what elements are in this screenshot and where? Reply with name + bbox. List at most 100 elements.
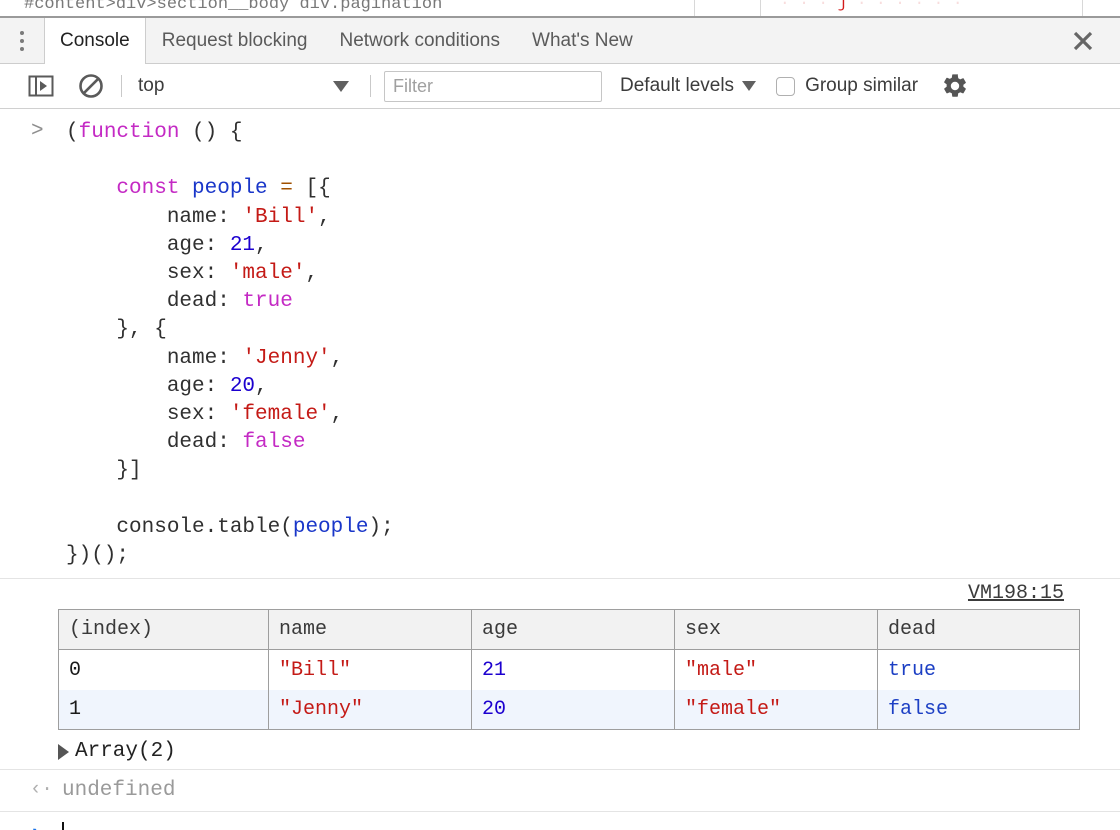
group-similar-label: Group similar [805, 75, 919, 96]
console-prompt-row[interactable]: › [0, 812, 1120, 830]
cell-name: "Jenny" [268, 689, 472, 730]
chevron-down-icon [333, 80, 349, 92]
code-line: age: 21, [66, 232, 1120, 260]
group-similar-toggle[interactable]: Group similar [776, 75, 918, 97]
code-line: (function () { [66, 119, 1120, 147]
code-token: }, { [66, 318, 167, 342]
code-token: , [255, 233, 268, 257]
return-value-text: undefined [62, 779, 176, 803]
tab-whats-new[interactable]: What's New [516, 18, 649, 63]
console-command-message[interactable]: > (function () { const people = [{ name:… [0, 109, 1120, 580]
code-token: 'male' [229, 262, 306, 286]
code-token: name: [66, 205, 243, 229]
execution-context-select[interactable]: top [135, 71, 357, 101]
cell-index: 0 [58, 649, 269, 690]
code-token: age: [66, 233, 230, 257]
command-prompt-arrow: > [31, 120, 44, 143]
code-token: false [242, 431, 306, 455]
code-token: , [330, 346, 344, 370]
table-header-age[interactable]: age [471, 609, 675, 651]
cell-dead: true [888, 658, 937, 682]
code-line: })(); [66, 542, 1120, 570]
code-token: age: [66, 374, 230, 398]
console-sidebar-icon[interactable] [24, 69, 58, 103]
code-token: = [280, 177, 293, 201]
chevron-down-icon [742, 81, 757, 91]
table-body: 0 "Bill" 21 "male" true 1 "Jenny" 20 "fe… [58, 649, 1080, 730]
table-header-index[interactable]: (index) [58, 609, 269, 651]
console-table-message[interactable]: VM198:15 (index) name age sex dead 0 "Bi… [0, 579, 1120, 771]
table-header-name[interactable]: name [268, 609, 472, 651]
gear-icon[interactable] [940, 71, 970, 101]
filter-input[interactable] [384, 70, 602, 102]
code-token: name: [66, 346, 243, 370]
triangle-right-icon[interactable] [58, 743, 69, 760]
code-line: name: 'Jenny', [66, 345, 1120, 373]
code-token: 21 [229, 233, 256, 257]
dom-breadcrumb: #content>div>section__body div.paginatio… [24, 0, 443, 14]
code-token: 'female' [229, 403, 331, 427]
table-header-sex[interactable]: sex [674, 609, 878, 651]
code-token: })(); [66, 544, 130, 568]
code-line: dead: false [66, 429, 1120, 457]
return-arrow-icon: ‹· [30, 778, 53, 801]
table-row[interactable]: 1 "Jenny" 20 "female" false [58, 689, 1080, 730]
code-line: sex: 'female', [66, 401, 1120, 429]
code-token: function [78, 121, 180, 144]
code-line: }] [66, 457, 1120, 485]
code-line: age: 20, [66, 373, 1120, 401]
console-toolbar: top Default levels Group similar [0, 64, 1120, 109]
toolbar-divider-2 [370, 75, 371, 97]
group-similar-checkbox[interactable] [776, 76, 796, 96]
drawer-tab-bar: Console Request blocking Network conditi… [0, 18, 1120, 64]
cell-sex: "female" [674, 689, 878, 730]
page-ghost-text: · · · j · · · · · · [780, 0, 963, 12]
code-token: () { [179, 121, 243, 144]
log-levels-select[interactable]: Default levels [620, 75, 757, 97]
code-line: }, { [66, 316, 1120, 344]
source-location-link[interactable]: VM198:15 [968, 582, 1064, 605]
code-token: 'Bill' [242, 205, 319, 229]
tab-console[interactable]: Console [44, 18, 146, 64]
cell-name: "Bill" [268, 649, 472, 690]
code-line: name: 'Bill', [66, 204, 1120, 232]
code-token: true [242, 290, 293, 314]
cell-age: 21 [471, 649, 675, 690]
console-table[interactable]: (index) name age sex dead 0 "Bill" 21 "m… [58, 609, 1080, 731]
code-token: 'Jenny' [242, 346, 331, 370]
execution-context-value: top [138, 75, 165, 96]
command-source-code: (function () { const people = [{ name: '… [66, 119, 1120, 570]
array-expander[interactable]: Array(2) [58, 740, 1120, 763]
tab-network-conditions[interactable]: Network conditions [323, 18, 516, 63]
cell-dead: false [888, 698, 949, 721]
code-token: , [318, 205, 331, 229]
code-token: dead: [66, 290, 243, 314]
code-token: people [192, 177, 268, 201]
cell-age: 20 [471, 689, 675, 730]
table-row[interactable]: 0 "Bill" 21 "male" true [58, 649, 1080, 690]
console-prompt-input[interactable] [62, 822, 64, 830]
tab-request-blocking[interactable]: Request blocking [146, 18, 324, 63]
array-summary-label: Array(2) [75, 740, 176, 764]
code-token: sex: [66, 403, 230, 427]
console-message-list[interactable]: > (function () { const people = [{ name:… [0, 109, 1120, 830]
page-content-strip: #content>div>section__body div.paginatio… [0, 0, 1120, 18]
code-token: , [330, 403, 344, 427]
close-drawer-icon[interactable] [1060, 18, 1106, 63]
clear-console-icon[interactable] [74, 69, 108, 103]
code-token: dead: [66, 431, 243, 455]
code-token: sex: [66, 262, 230, 286]
code-token: people [292, 515, 369, 539]
more-tools-kebab-icon[interactable] [0, 18, 44, 63]
devtools-drawer: Console Request blocking Network conditi… [0, 18, 1120, 830]
code-line: console.table(people); [66, 514, 1120, 542]
code-token: , [305, 262, 319, 286]
code-line: sex: 'male', [66, 260, 1120, 288]
table-header-row: (index) name age sex dead [58, 609, 1080, 651]
code-token: const [116, 177, 180, 201]
code-token: , [255, 374, 268, 398]
table-header-dead[interactable]: dead [877, 609, 1080, 651]
